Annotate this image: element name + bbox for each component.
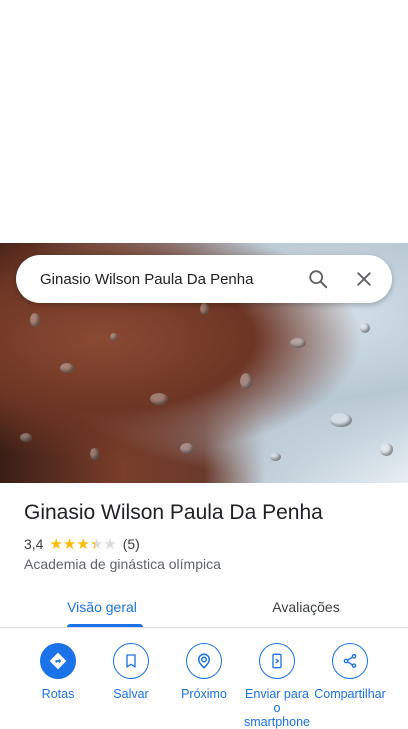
review-count: (5) — [122, 536, 140, 552]
place-category[interactable]: Academia de ginástica olímpica — [24, 556, 221, 572]
share-label: Compartilhar — [314, 687, 386, 701]
directions-icon — [40, 643, 76, 679]
star-icon: ★ — [89, 535, 104, 553]
rating-row[interactable]: 3,4 ★ ★ ★ ★ ★ (5) — [24, 536, 140, 552]
action-buttons: Rotas Salvar Próximo Enviar para o smart… — [0, 643, 408, 729]
place-sheet: Ginasio Wilson Paula Da Penha 3,4 ★ ★ ★ ★ ★ … — [0, 483, 408, 729]
active-tab-indicator — [67, 624, 143, 627]
nearby-icon — [186, 643, 222, 679]
save-label: Salvar — [113, 687, 149, 701]
tab-bar: Visão geral Avaliações — [0, 587, 408, 628]
star-icon: ★ — [62, 535, 77, 553]
send-to-phone-icon — [259, 643, 295, 679]
search-input[interactable]: Ginasio Wilson Paula Da Penha — [16, 271, 298, 288]
bookmark-icon — [113, 643, 149, 679]
send-to-phone-label: Enviar para o smartphone — [243, 687, 310, 729]
tab-overview[interactable]: Visão geral — [0, 587, 204, 627]
star-icon: ★ — [49, 535, 63, 553]
star-rating: ★ ★ ★ ★ ★ — [49, 537, 116, 552]
save-button[interactable]: Salvar — [94, 643, 168, 701]
rating-value: 3,4 — [24, 536, 44, 552]
share-icon — [332, 643, 368, 679]
send-to-phone-button[interactable]: Enviar para o smartphone — [240, 643, 314, 729]
directions-button[interactable]: Rotas — [21, 643, 95, 701]
share-button[interactable]: Compartilhar — [313, 643, 387, 701]
map-blank-area — [0, 0, 408, 243]
directions-label: Rotas — [41, 687, 75, 701]
tab-reviews[interactable]: Avaliações — [204, 587, 408, 627]
star-icon: ★ — [103, 535, 117, 553]
search-icon[interactable] — [298, 259, 338, 299]
close-icon[interactable] — [344, 259, 384, 299]
place-title: Ginasio Wilson Paula Da Penha — [24, 501, 323, 524]
nearby-label: Próximo — [181, 687, 227, 701]
search-bar[interactable]: Ginasio Wilson Paula Da Penha — [16, 255, 392, 303]
star-icon: ★ — [76, 535, 90, 553]
nearby-button[interactable]: Próximo — [167, 643, 241, 701]
